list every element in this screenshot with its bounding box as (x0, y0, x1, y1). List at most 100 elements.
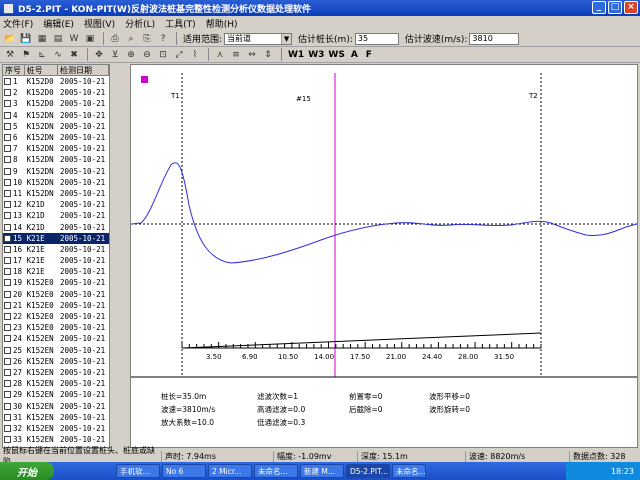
checkbox[interactable] (4, 212, 11, 220)
bars-icon[interactable]: ≡ (229, 48, 243, 61)
list-item[interactable]: 13 K21D 2005-10-21 (3, 210, 109, 221)
checkbox[interactable] (4, 122, 11, 130)
header-index[interactable]: 序号 (3, 65, 25, 75)
minimize-button[interactable]: _ (592, 1, 606, 14)
checkbox[interactable] (4, 424, 11, 432)
open-folder-icon[interactable]: 📂 (3, 32, 17, 45)
list-item[interactable]: 9 K152DN 2005-10-21 (3, 166, 109, 177)
task-6[interactable]: D5-2.PIT... (346, 464, 390, 478)
f-button[interactable]: F (366, 50, 372, 60)
checkbox[interactable] (4, 234, 11, 242)
image-icon[interactable]: ▣ (83, 32, 97, 45)
checkbox[interactable] (4, 391, 11, 399)
list-item[interactable]: 6 K152DN 2005-10-21 (3, 132, 109, 143)
print-icon[interactable]: ⎙ (108, 32, 122, 45)
checkbox[interactable] (4, 402, 11, 410)
menu-analysis[interactable]: 分析(L) (125, 17, 155, 30)
menu-tools[interactable]: 工具(T) (165, 17, 196, 30)
close-button[interactable]: × (624, 1, 638, 14)
list-item[interactable]: 10 K152DN 2005-10-21 (3, 177, 109, 188)
checkbox[interactable] (4, 346, 11, 354)
list-item[interactable]: 17 K21E 2005-10-21 (3, 255, 109, 266)
checkbox[interactable] (4, 145, 11, 153)
marker-icon[interactable]: ⚑ (19, 48, 33, 61)
task-5[interactable]: 新建 M... (300, 464, 344, 478)
list-item[interactable]: 11 K152DN 2005-10-21 (3, 188, 109, 199)
w3-button[interactable]: W3 (308, 50, 324, 60)
checkbox[interactable] (4, 268, 11, 276)
save-icon[interactable]: 💾 (19, 32, 33, 45)
checkbox[interactable] (4, 324, 11, 332)
waveform-canvas[interactable]: T1 T2 #15 3.50 6.90 10.50 14.00 17.50 21.00 24… (130, 65, 638, 447)
list-item[interactable]: 27 K152EN 2005-10-21 (3, 367, 109, 378)
list-item[interactable]: 3 K152D0 2005-10-21 (3, 98, 109, 109)
checkbox[interactable] (4, 178, 11, 186)
print-preview-icon[interactable]: ⌕ (124, 32, 138, 45)
list-item[interactable]: 24 K152EN 2005-10-21 (3, 333, 109, 344)
list-item[interactable]: 23 K152E0 2005-10-21 (3, 322, 109, 333)
checkbox[interactable] (4, 223, 11, 231)
axis-icon[interactable]: ⊻ (108, 48, 122, 61)
header-pile-no[interactable]: 桩号 (25, 65, 58, 75)
maximize-button[interactable]: □ (608, 1, 622, 14)
list-item[interactable]: 18 K21E 2005-10-21 (3, 266, 109, 277)
list-item[interactable]: 19 K152E0 2005-10-21 (3, 277, 109, 288)
zoom-rect-icon[interactable]: ⊡ (156, 48, 170, 61)
checkbox[interactable] (4, 380, 11, 388)
wave-icon[interactable]: ∿ (51, 48, 65, 61)
w1-button[interactable]: W1 (288, 50, 304, 60)
list-item[interactable]: 21 K152E0 2005-10-21 (3, 300, 109, 311)
word-icon[interactable]: W (67, 32, 81, 45)
checkbox[interactable] (4, 167, 11, 175)
list-item[interactable]: 2 K152D0 2005-10-21 (3, 87, 109, 98)
list-item[interactable]: 28 K152EN 2005-10-21 (3, 378, 109, 389)
start-button[interactable]: 开始 (0, 462, 54, 480)
checkbox[interactable] (4, 201, 11, 209)
peak-icon[interactable]: ⋏ (213, 48, 227, 61)
checkbox[interactable] (4, 368, 11, 376)
list-item[interactable]: 15 K21E 2005-10-21 (3, 232, 109, 244)
checkbox[interactable] (4, 245, 11, 253)
list-item[interactable]: 4 K152DN 2005-10-21 (3, 110, 109, 121)
list-item[interactable]: 1 K152D0 2005-10-21 (3, 76, 109, 87)
header-date[interactable]: 检测日期 (58, 65, 109, 75)
baseline-icon[interactable]: ⊾ (35, 48, 49, 61)
checkbox[interactable] (4, 357, 11, 365)
list-item[interactable]: 26 K152EN 2005-10-21 (3, 356, 109, 367)
task-2[interactable]: No 6 (162, 464, 206, 478)
checkbox[interactable] (4, 100, 11, 108)
chart-icon[interactable]: ▦ (35, 32, 49, 45)
checkbox[interactable] (4, 290, 11, 298)
list-item[interactable]: 16 K21E 2005-10-21 (3, 244, 109, 255)
a-button[interactable]: A (351, 50, 358, 60)
pile-icon[interactable]: ⚒ (3, 48, 17, 61)
menu-view[interactable]: 视图(V) (84, 17, 115, 30)
list-item[interactable]: 32 K152EN 2005-10-21 (3, 423, 109, 434)
shift-icon[interactable]: ⇔ (245, 48, 259, 61)
waveform-panel[interactable]: T1 T2 #15 3.50 6.90 10.50 14.00 17.50 21.00 24… (130, 64, 638, 448)
fit-icon[interactable]: ⤢ (172, 48, 186, 61)
checkbox[interactable] (4, 436, 11, 444)
menu-file[interactable]: 文件(F) (3, 17, 33, 30)
menu-edit[interactable]: 编辑(E) (43, 17, 74, 30)
task-3[interactable]: 2 Micr... (208, 464, 252, 478)
list-item[interactable]: 20 K152E0 2005-10-21 (3, 289, 109, 300)
list-item[interactable]: 7 K152DN 2005-10-21 (3, 143, 109, 154)
curve-icon[interactable]: ⌇ (188, 48, 202, 61)
task-7[interactable]: 未命名... (392, 464, 426, 478)
checkbox[interactable] (4, 134, 11, 142)
list-item[interactable]: 33 K152EN 2005-10-21 (3, 434, 109, 445)
list-item[interactable]: 14 K21D 2005-10-21 (3, 221, 109, 232)
list-item[interactable]: 25 K152EN 2005-10-21 (3, 345, 109, 356)
list-item[interactable]: 31 K152EN 2005-10-21 (3, 412, 109, 423)
task-4[interactable]: 未命名... (254, 464, 298, 478)
pile-length-input[interactable]: 35 (354, 32, 399, 45)
copy-icon[interactable]: ⎘ (140, 32, 154, 45)
checkbox[interactable] (4, 257, 11, 265)
list-item[interactable]: 29 K152EN 2005-10-21 (3, 389, 109, 400)
checkbox[interactable] (4, 156, 11, 164)
checkbox[interactable] (4, 413, 11, 421)
list-item[interactable]: 22 K152E0 2005-10-21 (3, 311, 109, 322)
menu-help[interactable]: 帮助(H) (206, 17, 238, 30)
list-item[interactable]: 12 K21D 2005-10-21 (3, 199, 109, 210)
